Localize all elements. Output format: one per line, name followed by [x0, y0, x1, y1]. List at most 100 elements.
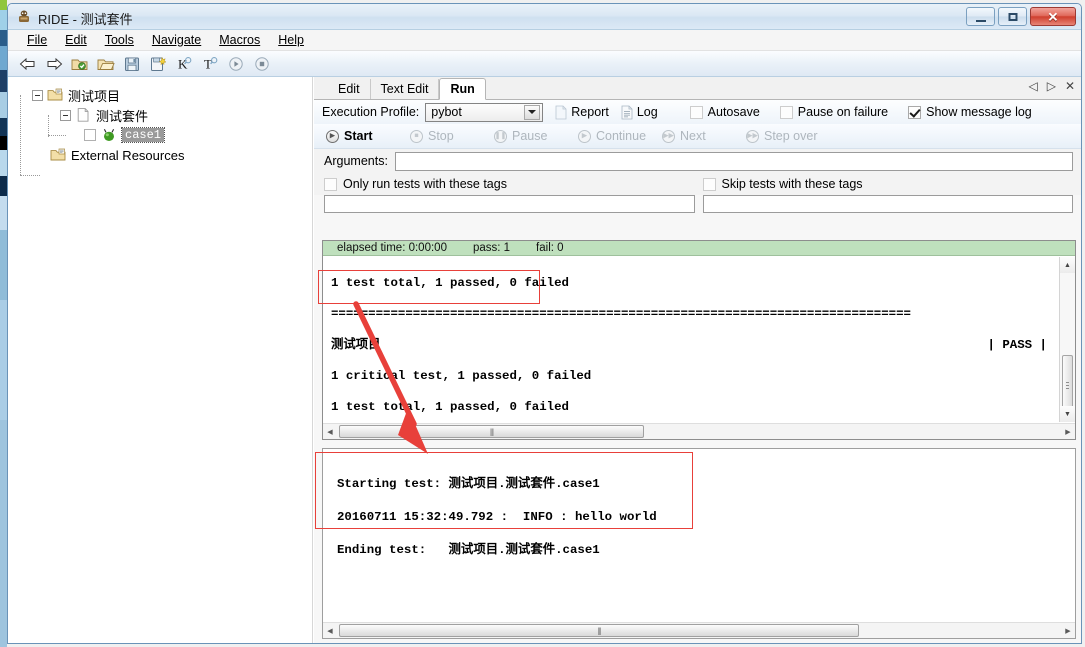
- scroll-left-icon[interactable]: ◀: [323, 424, 337, 439]
- minimize-button[interactable]: [966, 7, 995, 26]
- pass-count-label: pass: 1: [472, 242, 511, 254]
- console-output[interactable]: 1 test total, 1 passed, 0 failed =======…: [323, 257, 1059, 422]
- close-button[interactable]: ✕: [1030, 7, 1076, 26]
- expander-collapse-icon[interactable]: [32, 89, 43, 101]
- test-case-status-icon: [103, 128, 115, 141]
- skip-tags-checkbox[interactable]: [702, 177, 716, 191]
- pause-on-failure-checkbox[interactable]: [779, 105, 793, 119]
- log-button[interactable]: Log: [621, 105, 658, 120]
- next-button[interactable]: ▶▶ Next: [662, 129, 746, 143]
- stop-icon[interactable]: [252, 54, 272, 74]
- autosave-checkbox[interactable]: [689, 105, 703, 119]
- continue-button[interactable]: ▶ Continue: [578, 129, 662, 143]
- only-run-tags-group[interactable]: Only run tests with these tags: [324, 177, 703, 191]
- msglog-hscroll-thumb[interactable]: [339, 624, 859, 637]
- menu-navigate-label: Navigate: [151, 33, 202, 47]
- search-test-icon[interactable]: T: [200, 54, 220, 74]
- forward-arrow-icon[interactable]: [44, 54, 64, 74]
- msglog-scroll-left-icon[interactable]: ◀: [323, 623, 337, 638]
- console-project-name: 测试项目: [331, 337, 381, 352]
- back-arrow-icon[interactable]: [18, 54, 38, 74]
- maximize-button[interactable]: [998, 7, 1027, 26]
- menu-macros[interactable]: Macros: [210, 31, 269, 49]
- scroll-down-icon[interactable]: ▼: [1060, 406, 1075, 422]
- tree-node-suite[interactable]: 测试套件: [26, 105, 312, 125]
- start-label: Start: [344, 129, 373, 143]
- robot-icon: [19, 10, 29, 22]
- pause-on-failure-checkbox-item[interactable]: Pause on failure: [779, 105, 888, 119]
- run-controls-row: ▶ Start ■ Stop ❚❚ Pause ▶ Continue ▶▶ Ne…: [314, 124, 1081, 149]
- only-run-tags-checkbox[interactable]: [324, 177, 337, 191]
- pause-icon: ❚❚: [494, 129, 507, 143]
- only-run-tags-label: Only run tests with these tags: [343, 177, 507, 191]
- open-file-icon[interactable]: [96, 54, 116, 74]
- tab-text-edit[interactable]: Text Edit: [371, 79, 440, 99]
- show-message-log-checkbox-item[interactable]: Show message log: [908, 105, 1032, 119]
- step-over-icon: ▶▶: [746, 129, 759, 143]
- project-folder-icon: [47, 88, 63, 101]
- tree-node-project[interactable]: 测试项目: [26, 85, 312, 105]
- message-log-horizontal-scrollbar[interactable]: ◀ ▶: [323, 622, 1075, 638]
- skip-tags-input[interactable]: [702, 195, 1073, 213]
- ride-application-window: RIDE - 测试套件 ✕ File Edit Tools Navigate M…: [0, 0, 1085, 647]
- tab-edit[interactable]: Edit: [328, 79, 371, 99]
- report-button[interactable]: Report: [555, 105, 609, 120]
- menu-edit[interactable]: Edit: [56, 31, 96, 49]
- tab-strip: Edit Text Edit Run ◁ ▷ ✕: [314, 77, 1081, 100]
- start-button[interactable]: ▶ Start: [326, 129, 410, 143]
- message-log-content[interactable]: Starting test: 测试项目.测试套件.case1 20160711 …: [323, 449, 1075, 620]
- external-resources-folder-icon: [50, 148, 66, 161]
- console-line-critical: 1 critical test, 1 passed, 0 failed: [331, 369, 592, 384]
- project-tree-panel[interactable]: 测试项目 测试套件 case1 External Resources: [8, 77, 313, 643]
- menu-file[interactable]: File: [18, 31, 56, 49]
- execution-profile-select[interactable]: pybot: [425, 102, 544, 122]
- fail-count-label: fail: 0: [536, 242, 564, 254]
- tab-run-label: Run: [450, 82, 475, 96]
- log-label: Log: [636, 105, 658, 119]
- menu-tools[interactable]: Tools: [96, 31, 143, 49]
- run-panel: Execution Profile: pybot Report Log Auto…: [314, 100, 1082, 643]
- tree-label-suite: 测试套件: [96, 108, 149, 124]
- main-toolbar: K T: [8, 51, 1081, 77]
- tree-node-external-resources[interactable]: External Resources: [26, 145, 312, 165]
- pause-button[interactable]: ❚❚ Pause: [494, 129, 578, 143]
- menu-tools-label: Tools: [104, 33, 134, 47]
- run-icon[interactable]: [226, 54, 246, 74]
- tree-node-testcase[interactable]: case1: [26, 125, 312, 145]
- menu-help[interactable]: Help: [269, 31, 313, 49]
- tree-guide-line-1: [20, 95, 21, 175]
- tags-input-row: [314, 195, 1081, 217]
- save-icon[interactable]: [122, 54, 142, 74]
- console-hscroll-thumb[interactable]: [339, 425, 644, 438]
- arguments-row: Arguments:: [314, 149, 1081, 173]
- autosave-checkbox-item[interactable]: Autosave: [689, 105, 760, 119]
- stop-button[interactable]: ■ Stop: [410, 129, 494, 143]
- tab-prev-icon[interactable]: ◁: [1028, 80, 1037, 92]
- search-keyword-icon[interactable]: K: [174, 54, 194, 74]
- stop-label: Stop: [428, 129, 454, 143]
- next-label: Next: [680, 129, 706, 143]
- expander-collapse-suite-icon[interactable]: [60, 109, 71, 121]
- testcase-checkbox[interactable]: [84, 129, 96, 141]
- console-separator-1: ========================================…: [331, 306, 911, 321]
- tab-close-icon[interactable]: ✕: [1065, 80, 1075, 92]
- next-icon: ▶▶: [662, 129, 675, 143]
- scroll-right-icon[interactable]: ▶: [1061, 424, 1075, 439]
- console-vertical-scrollbar[interactable]: ▲ ▼: [1059, 257, 1075, 422]
- tab-next-icon[interactable]: ▷: [1047, 80, 1056, 92]
- menu-navigate[interactable]: Navigate: [143, 31, 210, 49]
- show-message-log-checkbox[interactable]: [908, 105, 922, 119]
- step-over-button[interactable]: ▶▶ Step over: [746, 129, 856, 143]
- save-all-icon[interactable]: [148, 54, 168, 74]
- only-run-tags-input[interactable]: [324, 195, 695, 213]
- chevron-down-icon[interactable]: [524, 104, 541, 120]
- open-directory-icon[interactable]: [70, 54, 90, 74]
- stop-icon: ■: [410, 129, 423, 143]
- pause-label: Pause: [512, 129, 548, 143]
- msglog-scroll-right-icon[interactable]: ▶: [1061, 623, 1075, 638]
- arguments-input[interactable]: [394, 151, 1073, 171]
- tab-run[interactable]: Run: [439, 78, 486, 100]
- skip-tags-group[interactable]: Skip tests with these tags: [702, 177, 1082, 191]
- scroll-up-icon[interactable]: ▲: [1060, 257, 1075, 273]
- console-horizontal-scrollbar[interactable]: ◀ ▶: [323, 423, 1075, 439]
